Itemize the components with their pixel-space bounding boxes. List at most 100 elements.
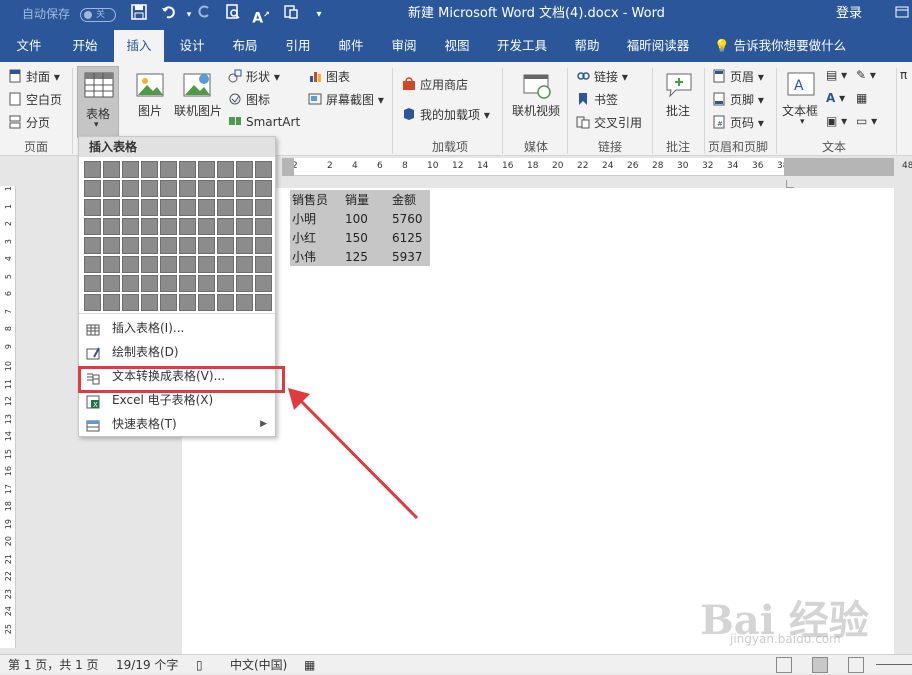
cover-page-button[interactable]: 封面 ▾ bbox=[8, 68, 60, 85]
grid-cell[interactable] bbox=[122, 237, 139, 254]
grid-cell[interactable] bbox=[84, 256, 101, 273]
grid-cell[interactable] bbox=[217, 275, 234, 292]
grid-cell[interactable] bbox=[141, 199, 158, 216]
table-cell[interactable]: 125 bbox=[343, 247, 390, 266]
drop-cap-icon[interactable]: ▣ ▾ bbox=[826, 114, 847, 128]
table-row[interactable]: 小伟 125 5937 bbox=[290, 247, 430, 266]
signature-line-icon[interactable]: ✎ ▾ bbox=[856, 68, 876, 82]
grid-cell[interactable] bbox=[236, 256, 253, 273]
macro-icon[interactable]: ▦ bbox=[304, 655, 315, 675]
tab-references[interactable]: 引用 bbox=[276, 30, 320, 62]
zoom-slider[interactable] bbox=[876, 664, 912, 665]
grid-cell[interactable] bbox=[84, 275, 101, 292]
word-count[interactable]: 19/19 个字 bbox=[116, 655, 178, 675]
page-number-button[interactable]: # 页码 ▾ bbox=[712, 114, 764, 131]
menu-item-insert-table[interactable]: 插入表格(I)... bbox=[79, 316, 275, 340]
grid-cell[interactable] bbox=[198, 294, 215, 311]
header-button[interactable]: 页眉 ▾ bbox=[712, 68, 764, 85]
grid-cell[interactable] bbox=[198, 218, 215, 235]
link-button[interactable]: 链接 ▾ bbox=[576, 68, 628, 85]
grid-cell[interactable] bbox=[160, 199, 177, 216]
grid-cell[interactable] bbox=[179, 161, 196, 178]
screenshot-button[interactable]: 屏幕截图 ▾ bbox=[308, 91, 384, 108]
grid-cell[interactable] bbox=[141, 218, 158, 235]
grid-cell[interactable] bbox=[236, 161, 253, 178]
grid-cell[interactable] bbox=[84, 218, 101, 235]
grid-cell[interactable] bbox=[103, 218, 120, 235]
ribbon-display-icon[interactable] bbox=[892, 0, 912, 30]
grid-cell[interactable] bbox=[236, 275, 253, 292]
menu-item-quick-tables[interactable]: 快速表格(T) ▶ bbox=[79, 412, 275, 436]
grid-cell[interactable] bbox=[179, 218, 196, 235]
textbox-icon[interactable]: A bbox=[786, 70, 816, 100]
customize-qat-icon[interactable]: ▾ bbox=[308, 4, 330, 26]
tab-home[interactable]: 开始 bbox=[62, 30, 108, 62]
online-picture-icon[interactable] bbox=[182, 70, 212, 100]
redo-icon[interactable] bbox=[193, 4, 215, 26]
table-cell[interactable]: 100 bbox=[343, 209, 390, 228]
smartart-button[interactable]: SmartArt bbox=[228, 114, 300, 129]
table-cell[interactable]: 小伟 bbox=[290, 247, 343, 266]
grid-cell[interactable] bbox=[160, 161, 177, 178]
grid-cell[interactable] bbox=[103, 199, 120, 216]
table-cell[interactable]: 150 bbox=[343, 228, 390, 247]
grid-cell[interactable] bbox=[179, 199, 196, 216]
grid-cell[interactable] bbox=[198, 199, 215, 216]
grid-cell[interactable] bbox=[103, 294, 120, 311]
grid-cell[interactable] bbox=[122, 180, 139, 197]
object-icon[interactable]: ▭ ▾ bbox=[856, 114, 877, 128]
grid-cell[interactable] bbox=[236, 237, 253, 254]
grid-cell[interactable] bbox=[217, 218, 234, 235]
grid-cell[interactable] bbox=[217, 256, 234, 273]
quick-parts-icon[interactable]: ▤ ▾ bbox=[826, 68, 847, 82]
table-row[interactable]: 销售员 销量 金额 bbox=[290, 190, 430, 209]
grid-cell[interactable] bbox=[198, 161, 215, 178]
tab-foxit-reader[interactable]: 福昕阅读器 bbox=[620, 30, 696, 62]
web-layout-icon[interactable] bbox=[848, 657, 864, 673]
tab-insert[interactable]: 插入 bbox=[114, 30, 164, 62]
wordart-icon[interactable]: A ▾ bbox=[826, 91, 845, 105]
menu-item-draw-table[interactable]: 绘制表格(D) bbox=[79, 340, 275, 364]
grid-cell[interactable] bbox=[103, 161, 120, 178]
grid-cell[interactable] bbox=[198, 275, 215, 292]
grid-cell[interactable] bbox=[103, 237, 120, 254]
online-video-icon[interactable] bbox=[522, 70, 552, 100]
grid-cell[interactable] bbox=[103, 180, 120, 197]
grid-cell[interactable] bbox=[179, 180, 196, 197]
table-cell[interactable]: 小明 bbox=[290, 209, 343, 228]
grid-cell[interactable] bbox=[236, 218, 253, 235]
my-addins-button[interactable]: 我的加载项 ▾ bbox=[402, 106, 490, 123]
grid-cell[interactable] bbox=[103, 256, 120, 273]
grid-cell[interactable] bbox=[236, 199, 253, 216]
page-break-button[interactable]: 分页 bbox=[8, 114, 50, 131]
vertical-ruler[interactable]: 1 1 2 3 4 5 6 7 8 9 10 11 12 13 14 15 16 17 18 19 20 21 22 23 24… bbox=[0, 186, 16, 648]
table-cell[interactable]: 小红 bbox=[290, 228, 343, 247]
grid-cell[interactable] bbox=[255, 218, 272, 235]
table-button[interactable]: 表格 ▾ bbox=[77, 66, 119, 138]
grid-cell[interactable] bbox=[141, 237, 158, 254]
grid-cell[interactable] bbox=[217, 180, 234, 197]
grid-cell[interactable] bbox=[217, 237, 234, 254]
grid-cell[interactable] bbox=[255, 161, 272, 178]
cross-reference-button[interactable]: 交叉引用 bbox=[576, 114, 642, 131]
grid-cell[interactable] bbox=[141, 294, 158, 311]
table-row[interactable]: 小明 100 5760 bbox=[290, 209, 430, 228]
tab-layout[interactable]: 布局 bbox=[222, 30, 268, 62]
table-cell[interactable]: 5760 bbox=[390, 209, 430, 228]
grid-cell[interactable] bbox=[103, 275, 120, 292]
tab-review[interactable]: 审阅 bbox=[382, 30, 426, 62]
tab-file[interactable]: 文件 bbox=[8, 30, 50, 62]
blank-page-button[interactable]: 空白页 bbox=[8, 91, 62, 108]
comment-icon[interactable] bbox=[664, 70, 694, 100]
grid-cell[interactable] bbox=[255, 237, 272, 254]
grid-cell[interactable] bbox=[255, 275, 272, 292]
grid-cell[interactable] bbox=[236, 294, 253, 311]
grid-cell[interactable] bbox=[179, 237, 196, 254]
tab-view[interactable]: 视图 bbox=[434, 30, 480, 62]
picture-icon[interactable] bbox=[135, 70, 165, 100]
grid-cell[interactable] bbox=[217, 199, 234, 216]
footer-button[interactable]: 页脚 ▾ bbox=[712, 91, 764, 108]
icons-button[interactable]: 图标 bbox=[228, 91, 270, 108]
grid-cell[interactable] bbox=[122, 199, 139, 216]
table-row[interactable]: 小红 150 6125 bbox=[290, 228, 430, 247]
